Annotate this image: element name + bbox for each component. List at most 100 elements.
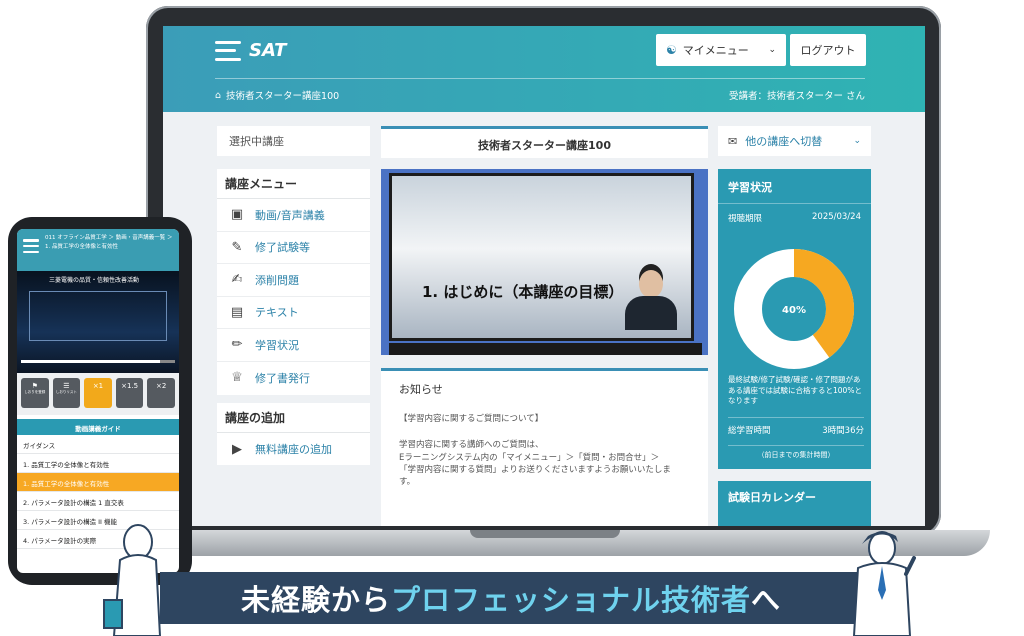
news-line: 「学習内容に関する質問」よりお送りくださいますようお願いいたしま xyxy=(399,464,671,475)
total-value: 3時間36分 xyxy=(822,426,864,436)
text-book-icon: ▤ xyxy=(230,304,244,320)
menu-item-label: 添削問題 xyxy=(255,273,299,287)
video-player[interactable]: 1. はじめに（本講座の目標） xyxy=(381,169,708,355)
menu-item-label: テキスト xyxy=(255,306,299,320)
phone-header: 011 オフライン品質工学 ＞ 動画・音声講義一覧 ＞ 1. 品質工学の全体像と… xyxy=(17,229,179,271)
news-title: お知らせ xyxy=(399,383,443,396)
video-control-bar[interactable] xyxy=(389,343,702,355)
bookmark-add-button[interactable]: ⚑ しおりを登録 xyxy=(21,378,49,408)
menu-item-video[interactable]: ▣ 動画/音声講義 xyxy=(217,199,370,232)
course-menu-title: 講座メニュー xyxy=(217,169,370,199)
progress-donut: 40% xyxy=(734,249,854,369)
woman-illustration xyxy=(103,524,162,636)
phone-controls: ⚑ しおりを登録 ☰ しおりリスト ×1 ×1.5 ×2 xyxy=(17,373,179,415)
course-menu: 講座メニュー ▣ 動画/音声講義 ✎ 修了試験等 ✍ 添削問題 ▤ テキスト ✏… xyxy=(217,169,370,395)
add-course-box: 講座の追加 ▶ 無料講座の追加 xyxy=(217,403,370,465)
phone-seek-bar[interactable] xyxy=(21,360,175,363)
banner-prefix: 未経験から xyxy=(240,583,391,617)
add-free-course[interactable]: ▶ 無料講座の追加 xyxy=(217,433,370,466)
period-value: 2025/03/24 xyxy=(812,212,861,222)
total-time-row: 総学習時間 3時間36分 xyxy=(728,417,864,436)
phone-breadcrumb-line1[interactable]: 011 オフライン品質工学 ＞ 動画・音声講義一覧 ＞ xyxy=(45,234,177,243)
video-frame[interactable]: 1. はじめに（本講座の目標） xyxy=(389,173,694,341)
switch-course-button[interactable]: ✉ 他の講座へ切替 ⌄ xyxy=(718,126,871,156)
menu-item-label: 動画/音声講義 xyxy=(255,208,325,222)
video-title: 1. はじめに（本講座の目標） xyxy=(422,283,624,301)
phone-list-item[interactable]: ガイダンス xyxy=(17,435,179,454)
correction-icon: ✍ xyxy=(231,272,243,288)
banner: 未経験からプロフェッショナル技術者へ xyxy=(160,572,862,624)
logout-button[interactable]: ログアウト xyxy=(790,34,866,66)
menu-item-label: 修了書発行 xyxy=(255,371,310,385)
my-menu-button[interactable]: ☯ マイメニュー ⌄ xyxy=(656,34,786,66)
period-row: 視聴期限 2025/03/24 xyxy=(718,203,871,230)
menu-item-label: 修了試験等 xyxy=(255,241,310,255)
presenter-image xyxy=(625,270,677,330)
laptop-screen: SAT ☯ マイメニュー ⌄ ログアウト ⌂ 技術者スターター講座100 受講者… xyxy=(163,26,925,526)
home-icon[interactable]: ⌂ xyxy=(215,90,221,101)
breadcrumb: ⌂ 技術者スターター講座100 xyxy=(215,88,339,103)
video-lecture-icon: ▣ xyxy=(230,207,244,223)
chevron-down-icon: ⌄ xyxy=(768,45,776,55)
breadcrumb-course[interactable]: 技術者スターター講座100 xyxy=(226,88,339,102)
period-label: 視聴期限 xyxy=(728,214,763,224)
phone-list-item[interactable]: 1. 品質工学の全体像と有効性 xyxy=(17,454,179,473)
news-line: 学習内容に関する講師へのご質問は、 xyxy=(399,440,544,451)
add-course-title: 講座の追加 xyxy=(217,403,370,433)
total-label: 総学習時間 xyxy=(728,426,771,436)
exam-calendar[interactable]: 試験日カレンダー xyxy=(718,481,871,526)
learning-status-panel: 学習状況 視聴期限 2025/03/24 40% 最終試験/修了試験/確認・修了… xyxy=(718,169,871,469)
menu-item-status[interactable]: ✏ 学習状況 xyxy=(217,329,370,362)
menu-item-exam[interactable]: ✎ 修了試験等 xyxy=(217,232,370,264)
bookmark-list-button[interactable]: ☰ しおりリスト xyxy=(52,378,81,408)
control-label: しおりを登録 xyxy=(24,390,46,394)
user-label: 受講者：技術者スターター さん xyxy=(728,91,865,102)
status-title: 学習状況 xyxy=(728,181,772,194)
phone-breadcrumb: 011 オフライン品質工学 ＞ 動画・音声講義一覧 ＞ 1. 品質工学の全体像と… xyxy=(45,234,177,252)
donut-label: 40% xyxy=(782,305,806,316)
phone-list-item-active[interactable]: 1. 品質工学の全体像と有効性 xyxy=(17,473,179,492)
man-illustration xyxy=(852,531,916,636)
menu-item-correction[interactable]: ✍ 添削問題 xyxy=(217,264,370,297)
total-foot: （前日までの集計時間） xyxy=(728,445,864,460)
menu-item-text[interactable]: ▤ テキスト xyxy=(217,297,370,329)
app-logo[interactable]: SAT xyxy=(215,40,286,61)
news-line: す。 xyxy=(399,477,416,488)
app-header: SAT ☯ マイメニュー ⌄ ログアウト ⌂ 技術者スターター講座100 受講者… xyxy=(163,26,925,112)
speed-1-5-button[interactable]: ×1.5 xyxy=(115,378,144,408)
phone-breadcrumb-line2: 1. 品質工学の全体像と有効性 xyxy=(45,243,118,250)
menu-item-certificate[interactable]: ♕ 修了書発行 xyxy=(217,362,370,395)
add-free-course-label: 無料講座の追加 xyxy=(255,443,332,457)
news-panel: お知らせ 【学習内容に関するご質問について】 学習内容に関する講師へのご質問は、… xyxy=(381,368,708,526)
hamburger-icon[interactable] xyxy=(23,239,39,253)
my-menu-label: マイメニュー xyxy=(682,44,749,57)
phone-guide-title: 動画講義ガイド xyxy=(17,419,179,435)
phone-video-diagram xyxy=(29,291,167,341)
chat-icon: ✉ xyxy=(728,134,738,148)
play-icon: ▶ xyxy=(232,441,242,457)
header-divider xyxy=(215,78,865,79)
user-menu-icon: ☯ xyxy=(666,43,677,57)
speed-2-button[interactable]: ×2 xyxy=(147,378,175,408)
logo-lines-icon xyxy=(215,40,241,61)
trophy-icon: ♕ xyxy=(231,370,243,386)
phone-video-title: 三菱電機の品質・信頼性改善活動 xyxy=(49,277,140,284)
banner-highlight: プロフェッショナル技術者 xyxy=(390,583,751,617)
course-title: 技術者スターター講座100 xyxy=(381,126,708,158)
switch-course-label: 他の講座へ切替 xyxy=(745,135,823,148)
logo-text: SAT xyxy=(249,40,287,61)
phone-list-item[interactable]: 2. パラメータ設計の構造 1 直交表 xyxy=(17,492,179,511)
menu-item-label: 学習状況 xyxy=(255,338,299,352)
control-label: ×1 xyxy=(92,382,104,390)
exam-icon: ✎ xyxy=(231,239,243,255)
control-label: ×1.5 xyxy=(121,382,139,390)
speed-1-button[interactable]: ×1 xyxy=(84,378,112,408)
control-label: しおりリスト xyxy=(55,390,77,394)
chevron-down-icon: ⌄ xyxy=(853,136,861,146)
pencil-icon: ✏ xyxy=(231,337,243,353)
progress-note: 最終試験/修了試験/確認・修了問題があある講座では試験に合格すると100%となり… xyxy=(728,375,862,405)
banner-text: 未経験からプロフェッショナル技術者へ xyxy=(241,577,781,619)
phone-video[interactable]: 三菱電機の品質・信頼性改善活動 xyxy=(17,271,179,373)
control-label: ×2 xyxy=(156,382,167,390)
banner-suffix: へ xyxy=(751,583,782,617)
